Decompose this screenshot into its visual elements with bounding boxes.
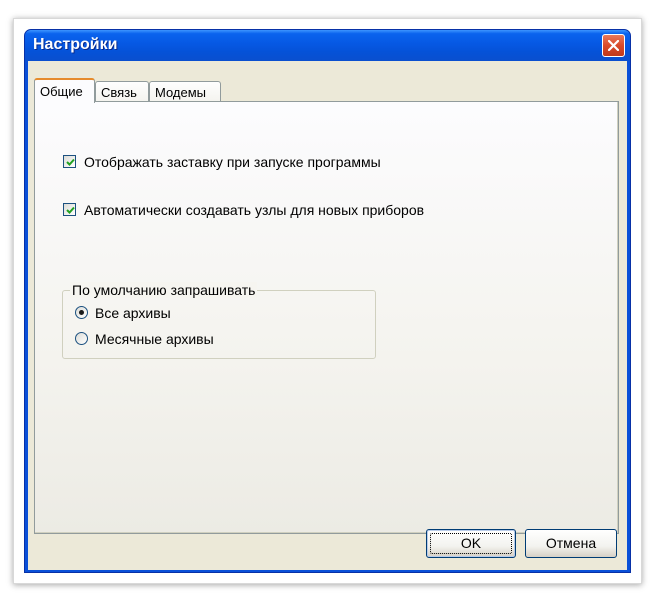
- screenshot-frame: Настройки Общие Связь Модемы Отображать …: [13, 18, 642, 584]
- close-button[interactable]: [602, 34, 625, 57]
- tab-label: Связь: [101, 85, 137, 100]
- tab-label: Модемы: [155, 85, 207, 100]
- ok-button[interactable]: OK: [426, 529, 516, 558]
- settings-dialog: Настройки Общие Связь Модемы Отображать …: [24, 29, 631, 573]
- radio-button[interactable]: [75, 332, 88, 345]
- checkbox-label: Автоматически создавать узлы для новых п…: [84, 202, 425, 218]
- close-icon: [608, 40, 619, 51]
- checkmark-icon: [66, 158, 75, 166]
- radio-selected-dot: [79, 310, 84, 315]
- tab-connection[interactable]: Связь: [95, 81, 149, 102]
- tab-label: Общие: [40, 84, 83, 99]
- cancel-button-label: Отмена: [545, 535, 597, 551]
- radio-label: Все архивы: [95, 305, 171, 321]
- checkbox-box[interactable]: [63, 155, 76, 168]
- default-archive-groupbox: По умолчанию запрашивать Все архивы Меся…: [62, 282, 376, 359]
- title-bar[interactable]: Настройки: [25, 30, 630, 61]
- tab-modems[interactable]: Модемы: [149, 81, 221, 102]
- tab-general[interactable]: Общие: [34, 78, 95, 103]
- checkbox-label: Отображать заставку при запуске программ…: [84, 154, 381, 170]
- checkmark-icon: [66, 206, 75, 214]
- dialog-client-area: Общие Связь Модемы Отображать заставку п…: [28, 61, 627, 570]
- radio-label: Месячные архивы: [95, 331, 214, 347]
- radio-button[interactable]: [75, 306, 88, 319]
- groupbox-legend: По умолчанию запрашивать: [70, 282, 258, 298]
- checkbox-box[interactable]: [63, 203, 76, 216]
- window-title: Настройки: [33, 36, 118, 53]
- cancel-button[interactable]: Отмена: [525, 529, 617, 558]
- general-tab-panel: Отображать заставку при запуске программ…: [34, 101, 619, 534]
- ok-button-label: OK: [460, 535, 482, 551]
